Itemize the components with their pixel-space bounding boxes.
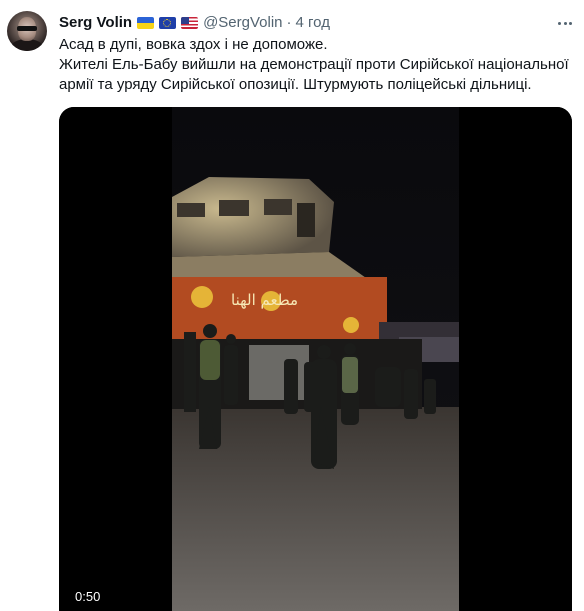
separator-dot: · [286,14,292,31]
us-flag-icon [181,17,199,29]
video-player[interactable]: مطعم الهنا 0:50 [59,107,572,611]
video-duration: 0:50 [75,589,101,604]
tweet-text-line-1: Асад в дупі, вовка здох і не допоможе. [59,36,328,53]
shop-sign-text: مطعم الهنا [231,291,298,309]
avatar-glasses [17,26,37,31]
ukraine-flag-icon [137,17,155,29]
author-handle[interactable]: @SergVolin [203,13,282,33]
more-horizontal-icon[interactable] [554,13,576,33]
tweet-timestamp[interactable]: 4 год [296,13,330,33]
tweet-text-line-2: Жителі Ель-Бабу вийшли на демонстрації п… [59,56,569,93]
tweet-header: Serg Volin @SergVolin · 4 год [59,13,330,33]
author-name[interactable]: Serg Volin [59,13,132,33]
video-frame: مطعم الهنا [59,107,572,611]
tweet-text: Асад в дупі, вовка здох і не допоможе. Ж… [59,35,579,95]
eu-flag-icon [159,17,177,29]
avatar[interactable] [7,11,47,51]
tweet[interactable]: Serg Volin @SergVolin · 4 год Асад в дуп… [0,0,584,611]
